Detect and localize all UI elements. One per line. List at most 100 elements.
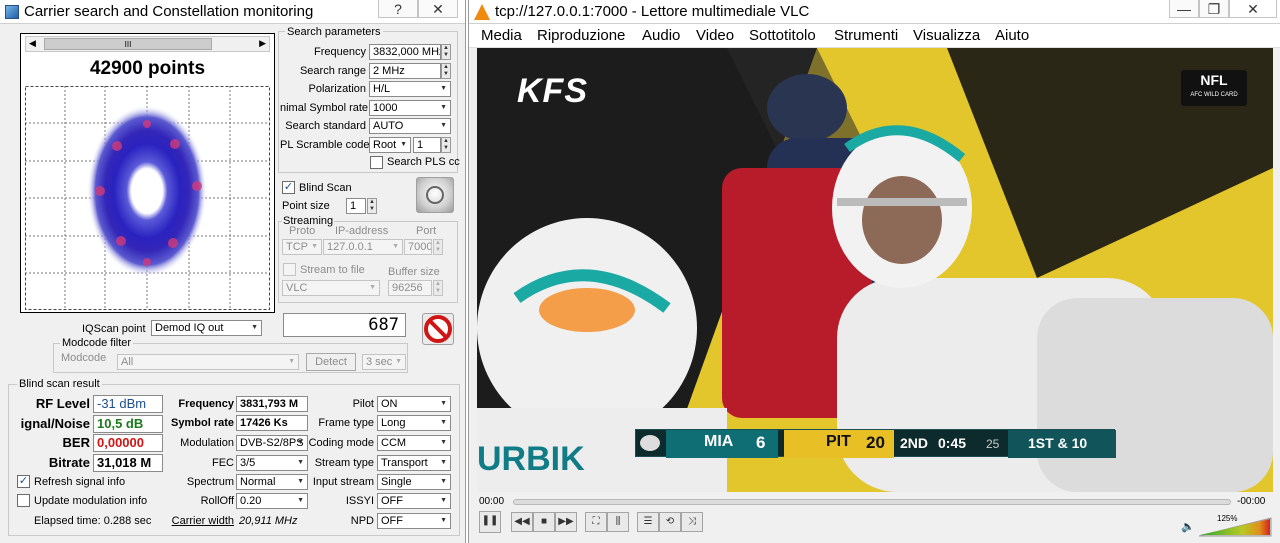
search-standard-select[interactable]: AUTO — [369, 118, 451, 134]
maximize-button[interactable]: ❐ — [1199, 0, 1229, 18]
point-size-input[interactable]: 1 — [346, 198, 366, 214]
buffer-size-label: Buffer size — [388, 266, 440, 278]
signal-noise-value: 10,5 dB — [93, 415, 163, 433]
modcode-seconds-select[interactable]: 3 sec — [362, 354, 406, 370]
modcode-select[interactable]: All — [117, 354, 299, 370]
frequency-spinner[interactable]: ▲ ▼ — [441, 44, 451, 60]
vlc-cone-icon — [474, 4, 490, 20]
volume-fill — [1200, 519, 1270, 535]
vlc-close-icon: ✕ — [1247, 1, 1259, 17]
search-standard-label: Search standard — [285, 120, 366, 132]
detect-button[interactable]: Detect — [306, 353, 356, 371]
pilot-select[interactable]: ON — [377, 396, 451, 412]
search-range-input[interactable]: 2 MHz — [369, 63, 441, 79]
stream-type-select[interactable]: Transport — [377, 455, 451, 471]
fullscreen-button[interactable]: ⛶ — [585, 512, 607, 532]
speaker-icon[interactable]: 🔈 — [1181, 520, 1195, 533]
scroll-right-icon[interactable]: ▶ — [259, 38, 266, 49]
frequency-input[interactable]: 3832,000 MHz — [369, 44, 441, 60]
result-symbol-rate-value: 17426 Ks — [236, 415, 308, 431]
network-logo-text: NFL — [1200, 72, 1228, 88]
polarization-select[interactable]: H/L — [369, 81, 451, 97]
vlc-titlebar: tcp://127.0.0.1:7000 - Lettore multimedi… — [469, 0, 1280, 24]
video-frame[interactable]: KFS NFL AFC WILD CARD URBIK MIA 6 PIT 20… — [477, 48, 1273, 492]
stop-playback-button[interactable]: ■ — [533, 512, 555, 532]
vlc-close-button[interactable]: ✕ — [1229, 0, 1277, 18]
modulation-select[interactable]: DVB-S2/8PS — [236, 435, 308, 451]
volume-slider[interactable] — [1199, 515, 1273, 537]
loop-button[interactable]: ⟲ — [659, 512, 681, 532]
scroll-thumb[interactable]: III — [44, 38, 212, 50]
scroll-left-icon[interactable]: ◀ — [29, 38, 36, 49]
buffer-size-spinner[interactable]: ▲ ▼ — [433, 280, 443, 296]
menu-aiuto[interactable]: Aiuto — [995, 27, 1029, 44]
next-button[interactable]: ▶▶ — [555, 512, 577, 532]
constellation-panel: ◀ III ▶ 42900 points — [20, 33, 275, 313]
jersey-text: URBIK — [477, 440, 585, 478]
npd-select[interactable]: OFF — [377, 513, 451, 529]
menu-visualizza[interactable]: Visualizza — [913, 27, 980, 44]
issyi-select[interactable]: OFF — [377, 493, 451, 509]
menu-video[interactable]: Video — [696, 27, 734, 44]
coding-mode-label: Coding mode — [308, 437, 374, 449]
previous-button[interactable]: ◀◀ — [511, 512, 533, 532]
vlc-menubar: Media Riproduzione Audio Video Sottotito… — [469, 24, 1280, 48]
spectrum-select[interactable]: Normal — [236, 474, 308, 490]
pause-icon: ❚❚ — [481, 515, 499, 526]
stop-button[interactable] — [422, 313, 454, 345]
pause-button[interactable]: ❚❚ — [479, 511, 501, 533]
point-size-label: Point size — [282, 200, 330, 212]
carrier-width-label[interactable]: Carrier width — [160, 515, 234, 527]
rf-level-value: -31 dBm — [93, 395, 163, 413]
stream-to-file-label: Stream to file — [300, 264, 365, 276]
playlist-button[interactable]: ☰ — [637, 512, 659, 532]
iq-scan-select[interactable]: Demod IQ out — [151, 320, 262, 336]
menu-media[interactable]: Media — [481, 27, 522, 44]
update-modulation-checkbox[interactable] — [17, 494, 30, 507]
port-input[interactable]: 7000 — [404, 239, 432, 255]
point-size-spinner[interactable]: ▲ ▼ — [367, 198, 377, 214]
menu-riproduzione[interactable]: Riproduzione — [537, 27, 625, 44]
rolloff-select[interactable]: 0.20 — [236, 493, 308, 509]
coding-mode-select[interactable]: CCM — [377, 435, 451, 451]
menu-strumenti[interactable]: Strumenti — [834, 27, 898, 44]
pl-scramble-input[interactable]: 1 — [413, 137, 441, 153]
search-range-spinner[interactable]: ▲ ▼ — [441, 63, 451, 79]
close-button[interactable]: ✕ — [418, 0, 458, 18]
loop-icon: ⟲ — [665, 516, 675, 527]
vlc-window-title: tcp://127.0.0.1:7000 - Lettore multimedi… — [495, 3, 810, 20]
shuffle-button[interactable]: ⤨ — [681, 512, 703, 532]
time-remaining: -00:00 — [1237, 496, 1266, 507]
stream-to-file-checkbox[interactable] — [283, 263, 296, 276]
result-frequency-value: 3831,793 M — [236, 396, 308, 412]
window-title: Carrier search and Constellation monitor… — [24, 3, 314, 20]
minimize-button[interactable]: — — [1169, 0, 1199, 18]
port-spinner[interactable]: ▲ ▼ — [433, 239, 443, 255]
extended-settings-button[interactable]: ⫼ — [607, 512, 629, 532]
scorebug: MIA 6 PIT 20 2ND 0:45 25 1ST & 10 — [635, 429, 1116, 458]
scan-button[interactable] — [416, 177, 454, 213]
proto-select[interactable]: TCP — [282, 239, 322, 255]
pl-scramble-spinner[interactable]: ▲ ▼ — [441, 137, 451, 153]
player-select[interactable]: VLC — [282, 280, 380, 296]
seek-bar[interactable] — [513, 499, 1231, 505]
blind-scan-checkbox[interactable]: ✓ — [282, 181, 295, 194]
fec-select[interactable]: 3/5 — [236, 455, 308, 471]
help-button[interactable]: ? — [378, 0, 418, 18]
rolloff-label: RollOff — [200, 495, 234, 507]
constellation-scrollbar[interactable]: ◀ III ▶ — [25, 36, 270, 52]
frame-type-select[interactable]: Long — [377, 415, 451, 431]
refresh-signal-checkbox[interactable]: ✓ — [17, 475, 30, 488]
symbol-rate-select[interactable]: 1000 — [369, 100, 451, 116]
left-titlebar: Carrier search and Constellation monitor… — [0, 0, 465, 24]
ip-address-select[interactable]: 127.0.0.1 — [323, 239, 403, 255]
stop-playback-icon: ■ — [540, 516, 548, 527]
menu-sottotitolo[interactable]: Sottotitolo — [749, 27, 816, 44]
menu-audio[interactable]: Audio — [642, 27, 680, 44]
input-stream-select[interactable]: Single — [377, 474, 451, 490]
buffer-size-input[interactable]: 96256 — [388, 280, 432, 296]
search-pls-checkbox[interactable] — [370, 156, 383, 169]
pl-scramble-mode-select[interactable]: Root — [369, 137, 411, 153]
team1-name: MIA — [704, 433, 734, 450]
ber-label: BER — [62, 435, 90, 450]
